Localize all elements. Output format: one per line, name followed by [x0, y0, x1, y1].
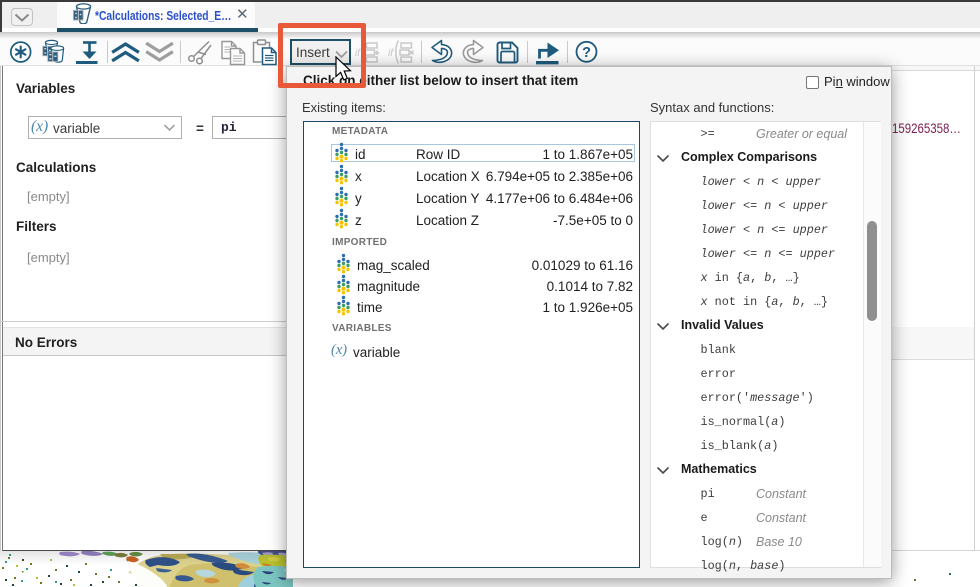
svg-text:?: ?: [582, 45, 591, 61]
svg-text:if: if: [388, 48, 394, 59]
